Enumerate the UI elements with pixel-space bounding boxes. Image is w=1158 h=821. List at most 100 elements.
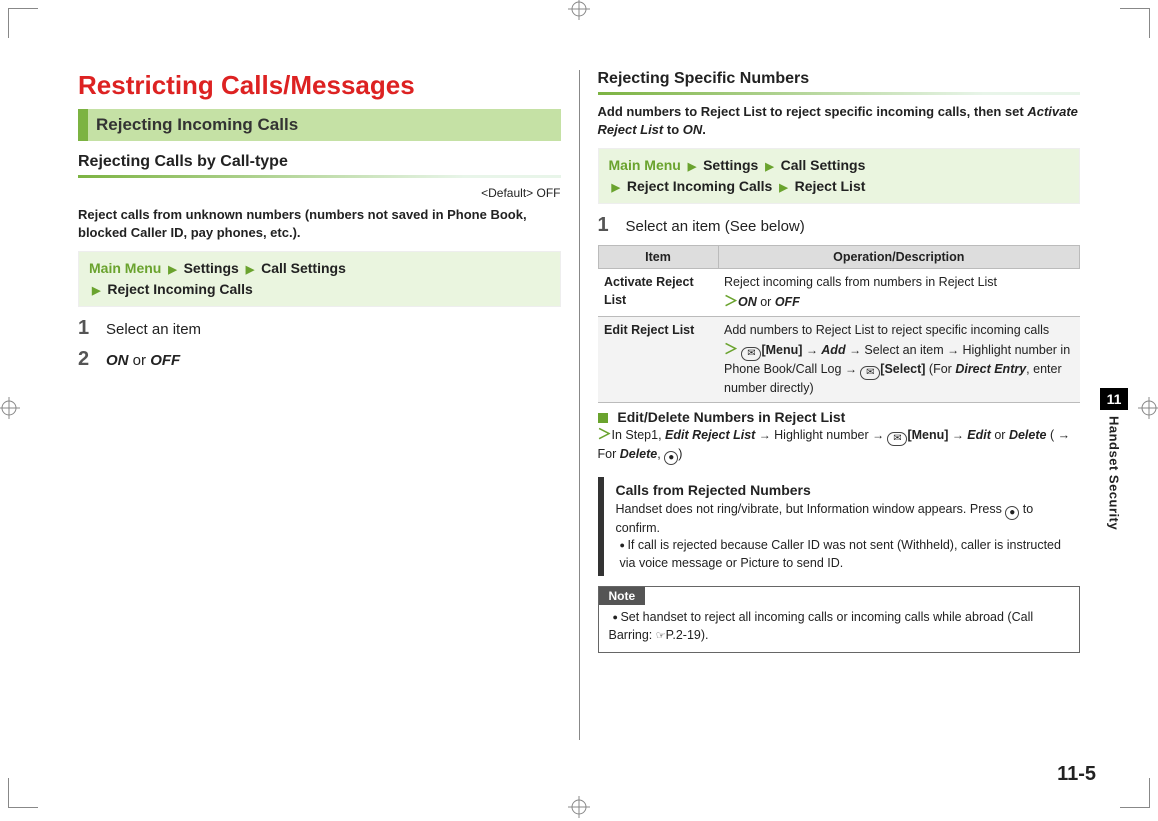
left-column: Restricting Calls/Messages Rejecting Inc… [60, 70, 579, 776]
subheading-underline [78, 175, 561, 178]
ed-or: or [991, 428, 1009, 442]
chevron-right-icon [168, 262, 176, 279]
crop-mark [8, 8, 38, 38]
intro-text: Add numbers to Reject List to reject spe… [598, 103, 1081, 138]
tip-a: Handset does not ring/vibrate, but Infor… [616, 502, 1006, 516]
right-column: Rejecting Specific Numbers Add numbers t… [580, 70, 1099, 776]
edit-delete-body: ＞In Step1, Edit Reject List → Highlight … [598, 425, 1081, 465]
square-bullet-icon [598, 413, 608, 423]
col-item: Item [598, 246, 718, 269]
edit-delete-block: Edit/Delete Numbers in Reject List ＞In S… [598, 409, 1081, 465]
step-number: 2 [78, 348, 106, 371]
step-text: Select an item (See below) [626, 218, 805, 235]
page-number: 11-5 [1057, 763, 1096, 786]
nav-reject-list: Reject List [795, 178, 866, 194]
note-box: Note Set handset to reject all incoming … [598, 586, 1081, 653]
intro-to: to [663, 122, 683, 137]
note-body: Set handset to reject all incoming calls… [599, 605, 1080, 652]
operation-table: Item Operation/Description Activate Reje… [598, 245, 1081, 403]
table-header-row: Item Operation/Description [598, 246, 1080, 269]
step-or: or [129, 352, 151, 369]
chevron-right-icon [92, 283, 100, 300]
chapter-title: Handset Security [1107, 416, 1122, 530]
step-number: 1 [78, 317, 106, 340]
nav-call-settings: Call Settings [261, 260, 346, 276]
ed-edit: Edit [967, 428, 991, 442]
table-item: Edit Reject List [598, 317, 718, 403]
chevron-right-icon [765, 159, 773, 176]
chapter-tab: 11 Handset Security [1100, 388, 1128, 530]
arrow-right-icon: ＞ [724, 341, 738, 357]
nav-settings: Settings [703, 157, 758, 173]
desc-text: Add numbers to Reject List to reject spe… [724, 323, 1049, 337]
section-heading-text: Rejecting Incoming Calls [96, 115, 298, 135]
arrow-icon: → [759, 428, 774, 442]
for-text: (For [929, 362, 955, 376]
table-desc: Add numbers to Reject List to reject spe… [718, 317, 1080, 403]
ed-delete: Delete [1009, 428, 1047, 442]
subheading-underline [598, 92, 1081, 95]
mail-key-icon: ✉ [741, 347, 761, 361]
crop-mark [8, 778, 38, 808]
arrow-icon: → [947, 343, 962, 357]
ed-menu: [Menu] [907, 428, 948, 442]
chevron-right-icon [246, 262, 254, 279]
edit-delete-title-row: Edit/Delete Numbers in Reject List [598, 409, 1081, 425]
step-off: OFF [150, 352, 180, 369]
pointer-icon: ☞ [656, 630, 666, 642]
chapter-number: 11 [1100, 388, 1128, 410]
tip-body: Handset does not ring/vibrate, but Infor… [616, 501, 1073, 538]
default-value-tag: <Default> OFF [78, 186, 561, 200]
table-item: Activate Reject List [598, 269, 718, 317]
edit-delete-title: Edit/Delete Numbers in Reject List [617, 409, 845, 425]
arrow-icon: → [806, 343, 821, 357]
nav-reject-incoming: Reject Incoming Calls [627, 178, 772, 194]
arrow-right-icon: ＞ [598, 426, 612, 442]
table-row: Edit Reject List Add numbers to Reject L… [598, 317, 1080, 403]
tip-title: Calls from Rejected Numbers [616, 481, 1073, 501]
arrow-right-icon: ＞ [724, 293, 738, 309]
step-row: 2 ON or OFF [78, 348, 561, 371]
opt-on: ON [738, 295, 757, 309]
step-on: ON [106, 352, 129, 369]
opt-off: OFF [775, 295, 800, 309]
subheading: Rejecting Specific Numbers [598, 70, 1081, 92]
arrow-icon: → [845, 362, 860, 376]
arrow-icon: → [872, 428, 887, 442]
ed-erl: Edit Reject List [665, 428, 755, 442]
add-label: Add [821, 343, 845, 357]
page-title: Restricting Calls/Messages [78, 70, 561, 101]
chevron-right-icon [779, 180, 787, 197]
intro-on: ON [683, 122, 703, 137]
col-operation: Operation/Description [718, 246, 1080, 269]
chevron-right-icon [612, 180, 620, 197]
menu-label: [Menu] [761, 343, 802, 357]
nav-path-box: Main Menu Settings Call Settings Reject … [598, 148, 1081, 204]
step-row: 1 Select an item [78, 317, 561, 340]
page-columns: Restricting Calls/Messages Rejecting Inc… [60, 70, 1098, 776]
registration-mark [1138, 397, 1158, 419]
nav-reject-incoming: Reject Incoming Calls [107, 281, 252, 297]
table-desc: Reject incoming calls from numbers in Re… [718, 269, 1080, 317]
table-row: Activate Reject List Reject incoming cal… [598, 269, 1080, 317]
arrow-icon: → [952, 428, 967, 442]
intro-a: Add numbers to Reject List to reject spe… [598, 104, 1028, 119]
step-number: 1 [598, 214, 626, 237]
note-label: Note [599, 587, 646, 605]
opt-or: or [757, 295, 775, 309]
registration-mark [568, 796, 590, 818]
note-ref: P.2-19 [666, 628, 701, 642]
nav-main-menu: Main Menu [89, 260, 161, 276]
step-row: 1 Select an item (See below) [598, 214, 1081, 237]
note-text: Set handset to reject all incoming calls… [609, 610, 1034, 642]
tip-bullet: If call is rejected because Caller ID wa… [616, 537, 1073, 572]
nav-main-menu: Main Menu [609, 157, 681, 173]
step-text: Select an item [106, 321, 201, 338]
nav-path-box: Main Menu Settings Call Settings Reject … [78, 251, 561, 307]
select-label: [Select] [880, 362, 925, 376]
crop-mark [1120, 8, 1150, 38]
intro-text: Reject calls from unknown numbers (numbe… [78, 206, 561, 241]
nav-call-settings: Call Settings [781, 157, 866, 173]
subheading-block: Rejecting Specific Numbers [598, 70, 1081, 95]
ed-pre: In Step1, [612, 428, 666, 442]
